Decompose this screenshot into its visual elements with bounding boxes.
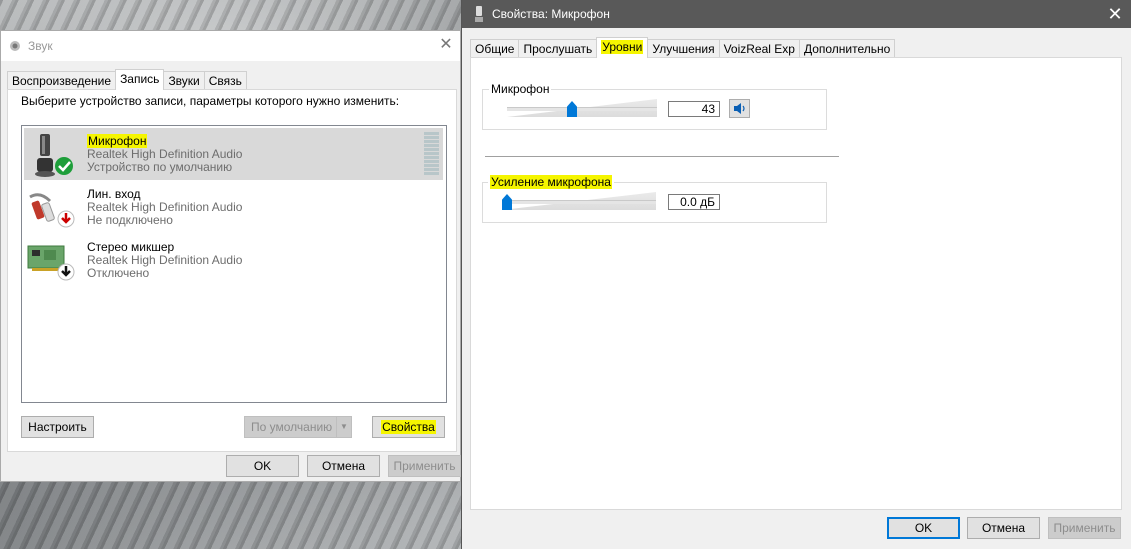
instruction-text: Выберите устройство записи, параметры ко… xyxy=(21,94,400,108)
tab-general[interactable]: Общие xyxy=(470,39,520,58)
device-status: Устройство по умолчанию xyxy=(87,160,233,174)
device-microphone[interactable]: Микрофон Realtek High Definition Audio У… xyxy=(24,128,443,180)
device-name: Стерео микшер xyxy=(87,240,175,254)
device-status: Не подключено xyxy=(87,213,173,227)
cancel-button[interactable]: Отмена xyxy=(967,517,1040,539)
tab-levels[interactable]: Уровни xyxy=(596,37,649,58)
tab-advanced[interactable]: Дополнительно xyxy=(798,39,896,58)
microphone-slider-thumb[interactable] xyxy=(567,101,577,117)
tab-voizreal[interactable]: VoizReal Exp xyxy=(718,39,800,58)
device-stereo-mix[interactable]: Стерео микшер Realtek High Definition Au… xyxy=(24,234,443,286)
cancel-button[interactable]: Отмена xyxy=(307,455,380,477)
device-driver: Realtek High Definition Audio xyxy=(87,200,243,214)
device-line-in[interactable]: Лин. вход Realtek High Definition Audio … xyxy=(24,181,443,233)
tab-communications[interactable]: Связь xyxy=(203,71,247,90)
ok-button[interactable]: OK xyxy=(887,517,960,539)
device-driver: Realtek High Definition Audio xyxy=(87,253,243,267)
properties-button[interactable]: Свойства xyxy=(372,416,445,438)
properties-titlebar: Свойства: Микрофон ✕ xyxy=(462,0,1131,28)
device-name: Микрофон xyxy=(87,134,148,148)
properties-title: Свойства: Микрофон xyxy=(492,7,610,21)
green-check-icon xyxy=(55,157,73,175)
mute-toggle-button[interactable] xyxy=(729,99,750,118)
boost-label: Усиление микрофона xyxy=(488,175,614,189)
level-meter xyxy=(424,132,439,176)
boost-slider-thumb[interactable] xyxy=(502,194,512,210)
microphone-label: Микрофон xyxy=(489,82,552,96)
tab-sounds[interactable]: Звуки xyxy=(163,71,205,90)
sound-dialog: Звук ✕ Воспроизведение Запись Звуки Связ… xyxy=(0,30,461,482)
microphone-slider[interactable] xyxy=(507,99,657,119)
microphone-icon xyxy=(35,134,73,177)
close-icon[interactable]: ✕ xyxy=(1105,3,1125,25)
configure-button[interactable]: Настроить xyxy=(21,416,94,438)
device-driver: Realtek High Definition Audio xyxy=(87,147,243,161)
tab-recording[interactable]: Запись xyxy=(115,69,165,90)
properties-dialog: Свойства: Микрофон ✕ Общие Прослушать Ур… xyxy=(461,0,1131,549)
set-default-button: По умолчанию ▼ xyxy=(244,416,352,438)
sound-card-icon xyxy=(27,245,75,281)
tab-playback[interactable]: Воспроизведение xyxy=(7,71,117,90)
apply-button: Применить xyxy=(388,455,461,477)
device-list: Микрофон Realtek High Definition Audio У… xyxy=(21,125,447,403)
speaker-icon xyxy=(734,103,745,114)
boost-slider[interactable] xyxy=(502,192,656,212)
recording-page: Выберите устройство записи, параметры ко… xyxy=(7,89,457,452)
ok-button[interactable]: OK xyxy=(226,455,299,477)
close-icon[interactable]: ✕ xyxy=(436,35,456,55)
sound-tabs: Воспроизведение Запись Звуки Связь xyxy=(7,69,247,90)
line-in-icon xyxy=(29,193,75,228)
tab-enhancements[interactable]: Улучшения xyxy=(647,39,720,58)
apply-button: Применить xyxy=(1048,517,1121,539)
boost-level-field[interactable]: 0.0 дБ xyxy=(668,194,720,210)
sound-title: Звук xyxy=(28,39,53,53)
speaker-app-icon xyxy=(10,41,20,51)
group-divider xyxy=(485,156,839,157)
sound-titlebar: Звук ✕ xyxy=(1,31,460,61)
properties-tabs: Общие Прослушать Уровни Улучшения VoizRe… xyxy=(470,37,896,58)
dropdown-arrow-icon: ▼ xyxy=(336,417,351,437)
microphone-small-icon xyxy=(475,6,483,22)
levels-page: Микрофон 43 Усиление микрофона 0.0 дБ xyxy=(470,57,1122,510)
device-name: Лин. вход xyxy=(87,187,141,201)
device-status: Отключено xyxy=(87,266,150,280)
tab-listen[interactable]: Прослушать xyxy=(518,39,598,58)
microphone-level-field[interactable]: 43 xyxy=(668,101,720,117)
